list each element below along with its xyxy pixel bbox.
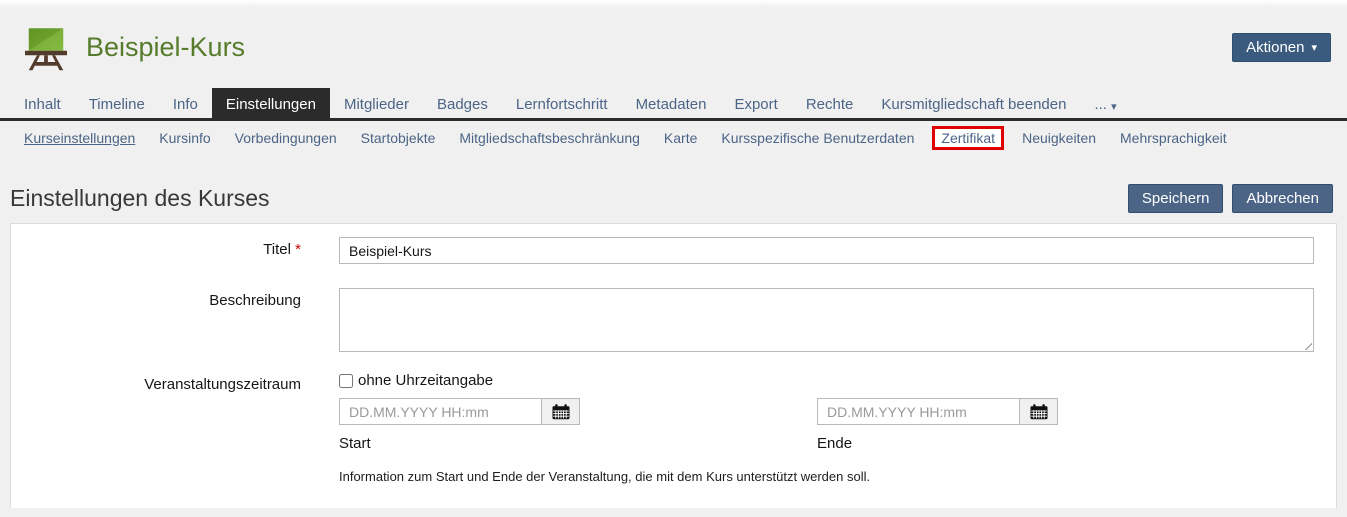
calendar-icon xyxy=(1030,404,1048,420)
form-row-description: Beschreibung xyxy=(11,288,1314,352)
end-date-input-group xyxy=(817,398,1058,425)
description-label: Beschreibung xyxy=(11,288,339,352)
no-time-checkbox[interactable] xyxy=(339,374,353,388)
tab-timeline[interactable]: Timeline xyxy=(75,90,159,118)
content-heading: Einstellungen des Kurses xyxy=(10,185,270,212)
start-date-group: Start xyxy=(339,398,580,452)
title-input[interactable] xyxy=(339,237,1314,264)
subtab-kursspezifische-benutzerdaten[interactable]: Kursspezifische Benutzerdaten xyxy=(721,130,914,146)
end-calendar-button[interactable] xyxy=(1019,399,1057,424)
subtab-mitgliedschaftsbeschraenkung[interactable]: Mitgliedschaftsbeschränkung xyxy=(459,130,640,146)
content-heading-row: Einstellungen des Kurses Speichern Abbre… xyxy=(0,156,1347,221)
title-label: Titel * xyxy=(11,237,339,264)
end-caption: Ende xyxy=(817,435,1058,452)
subtab-neuigkeiten[interactable]: Neuigkeiten xyxy=(1022,130,1096,146)
required-marker: * xyxy=(295,241,301,258)
tab-info[interactable]: Info xyxy=(159,90,212,118)
start-calendar-button[interactable] xyxy=(541,399,579,424)
form-row-title: Titel * xyxy=(11,237,1314,264)
event-period-info: Information zum Start und Ende der Veran… xyxy=(339,469,1314,484)
course-easel-icon xyxy=(22,23,70,71)
description-control xyxy=(339,288,1314,352)
main-tabbar: Inhalt Timeline Info Einstellungen Mitgl… xyxy=(0,88,1347,121)
actions-button[interactable]: Aktionen ▾ xyxy=(1232,33,1331,62)
start-caption: Start xyxy=(339,435,580,452)
tab-metadaten[interactable]: Metadaten xyxy=(622,90,721,118)
cancel-button[interactable]: Abbrechen xyxy=(1232,184,1333,213)
caret-down-icon: ▾ xyxy=(1311,43,1317,54)
calendar-icon xyxy=(552,404,570,420)
title-control xyxy=(339,237,1314,264)
subtab-mehrsprachigkeit[interactable]: Mehrsprachigkeit xyxy=(1120,130,1227,146)
page-title: Beispiel-Kurs xyxy=(86,32,1232,63)
subtab-karte[interactable]: Karte xyxy=(664,130,697,146)
subtab-zertifikat[interactable]: Zertifikat xyxy=(932,126,1004,150)
description-textarea[interactable] xyxy=(339,288,1314,352)
settings-form-panel: Titel * Beschreibung Veranstaltungszeitr… xyxy=(10,223,1337,508)
sub-tabbar: Kurseinstellungen Kursinfo Vorbedingunge… xyxy=(0,121,1347,156)
end-date-input[interactable] xyxy=(818,399,1019,424)
tab-badges[interactable]: Badges xyxy=(423,90,502,118)
tab-inhalt[interactable]: Inhalt xyxy=(10,90,75,118)
tab-more[interactable]: ... ▾ xyxy=(1080,90,1130,118)
page-header: Beispiel-Kurs Aktionen ▾ xyxy=(0,0,1347,88)
tab-kursmitgliedschaft-beenden[interactable]: Kursmitgliedschaft beenden xyxy=(867,90,1080,118)
end-date-group: Ende xyxy=(817,398,1058,452)
start-date-input[interactable] xyxy=(340,399,541,424)
actions-button-label: Aktionen xyxy=(1246,39,1304,56)
event-period-label: Veranstaltungszeitraum xyxy=(11,372,339,484)
no-time-label: ohne Uhrzeitangabe xyxy=(358,372,493,389)
tab-export[interactable]: Export xyxy=(720,90,791,118)
no-time-row: ohne Uhrzeitangabe xyxy=(339,372,1314,389)
tab-lernfortschritt[interactable]: Lernfortschritt xyxy=(502,90,622,118)
tab-einstellungen[interactable]: Einstellungen xyxy=(212,88,330,118)
tab-mitglieder[interactable]: Mitglieder xyxy=(330,90,423,118)
date-groups: Start xyxy=(339,398,1314,452)
caret-down-icon: ▾ xyxy=(1111,101,1117,113)
subtab-kurseinstellungen[interactable]: Kurseinstellungen xyxy=(24,130,135,146)
form-action-buttons: Speichern Abbrechen xyxy=(1128,184,1333,213)
form-row-event-period: Veranstaltungszeitraum ohne Uhrzeitangab… xyxy=(11,372,1314,484)
event-period-control: ohne Uhrzeitangabe xyxy=(339,372,1314,484)
subtab-vorbedingungen[interactable]: Vorbedingungen xyxy=(235,130,337,146)
tab-rechte[interactable]: Rechte xyxy=(792,90,868,118)
save-button[interactable]: Speichern xyxy=(1128,184,1224,213)
start-date-input-group xyxy=(339,398,580,425)
subtab-startobjekte[interactable]: Startobjekte xyxy=(361,130,436,146)
subtab-kursinfo[interactable]: Kursinfo xyxy=(159,130,210,146)
tab-more-label: ... xyxy=(1094,96,1107,113)
